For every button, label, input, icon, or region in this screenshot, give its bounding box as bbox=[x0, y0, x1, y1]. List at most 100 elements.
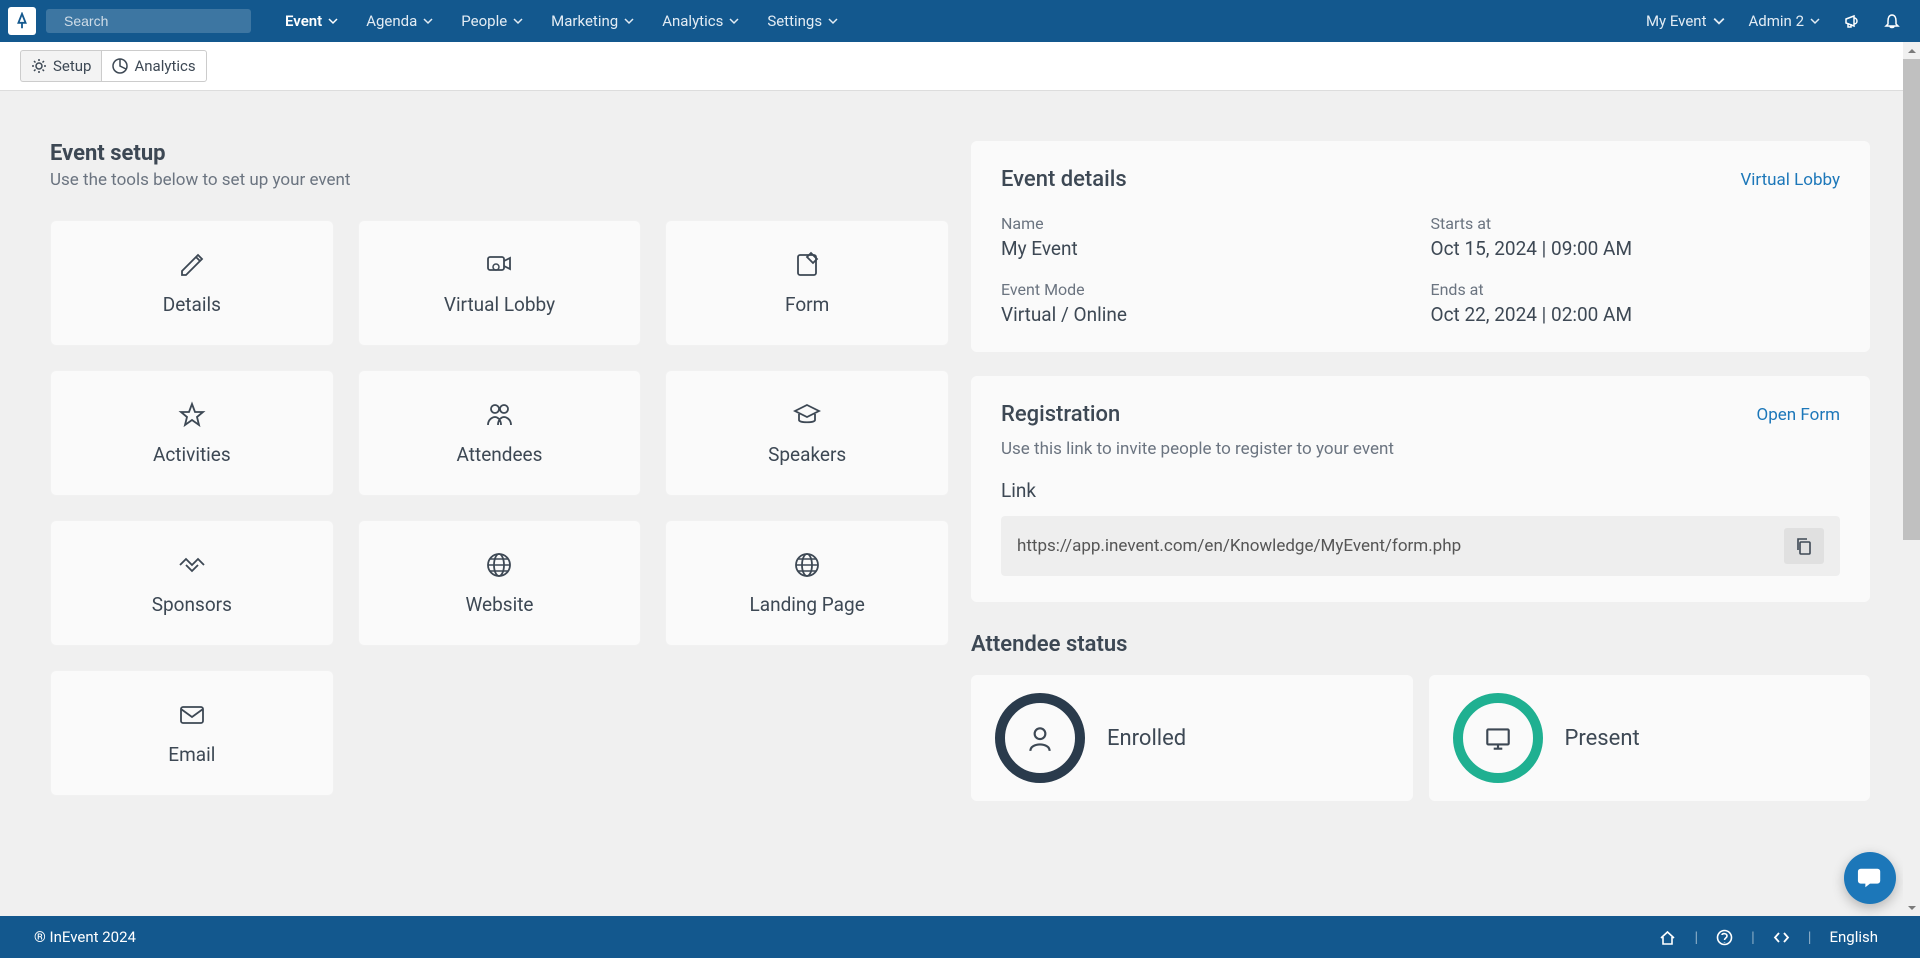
main-content: Event setup Use the tools below to set u… bbox=[0, 91, 1920, 912]
card-label: Attendees bbox=[457, 443, 543, 466]
mail-icon bbox=[178, 701, 206, 729]
card-details[interactable]: Details bbox=[50, 220, 334, 346]
starts-value: Oct 15, 2024 | 09:00 AM bbox=[1431, 237, 1841, 260]
footer: ® InEvent 2024 | | | English bbox=[0, 916, 1920, 958]
ends-value: Oct 22, 2024 | 02:00 AM bbox=[1431, 303, 1841, 326]
user-menu[interactable]: Admin 2 bbox=[1737, 0, 1832, 42]
scroll-down-arrow[interactable] bbox=[1903, 899, 1920, 916]
topbar-right: My Event Admin 2 bbox=[1634, 0, 1912, 42]
subtab-analytics[interactable]: Analytics bbox=[101, 50, 206, 82]
language-selector[interactable]: English bbox=[1821, 928, 1886, 946]
nav-settings[interactable]: Settings bbox=[753, 0, 852, 42]
registration-panel: Registration Open Form Use this link to … bbox=[971, 376, 1870, 602]
setup-cards-grid: Details Virtual Lobby Form Activities Attend… bbox=[50, 220, 949, 796]
present-donut bbox=[1453, 693, 1543, 783]
nav-agenda[interactable]: Agenda bbox=[352, 0, 447, 42]
chevron-down-icon bbox=[624, 16, 634, 26]
search-input[interactable] bbox=[64, 13, 245, 29]
virtual-lobby-link[interactable]: Virtual Lobby bbox=[1740, 170, 1840, 190]
home-icon bbox=[1659, 929, 1676, 946]
page-subtitle: Use the tools below to set up your event bbox=[50, 170, 949, 190]
enrolled-label: Enrolled bbox=[1107, 726, 1186, 751]
footer-help-button[interactable] bbox=[1708, 929, 1741, 946]
copyright: ® InEvent 2024 bbox=[34, 928, 136, 946]
card-label: Activities bbox=[153, 443, 231, 466]
card-sponsors[interactable]: Sponsors bbox=[50, 520, 334, 646]
registration-title: Registration bbox=[1001, 402, 1120, 427]
chevron-down-icon bbox=[328, 16, 338, 26]
video-gear-icon bbox=[485, 251, 513, 279]
registration-link-box: https://app.inevent.com/en/Knowledge/MyE… bbox=[1001, 516, 1840, 576]
search-input-wrap[interactable] bbox=[46, 9, 251, 33]
help-icon bbox=[1716, 929, 1733, 946]
card-form[interactable]: Form bbox=[665, 220, 949, 346]
card-virtual-lobby[interactable]: Virtual Lobby bbox=[358, 220, 642, 346]
card-email[interactable]: Email bbox=[50, 670, 334, 796]
registration-subtitle: Use this link to invite people to regist… bbox=[1001, 439, 1840, 459]
chat-icon bbox=[1857, 865, 1883, 891]
card-activities[interactable]: Activities bbox=[50, 370, 334, 496]
nav-event[interactable]: Event bbox=[271, 0, 352, 42]
card-label: Landing Page bbox=[750, 593, 865, 616]
card-speakers[interactable]: Speakers bbox=[665, 370, 949, 496]
card-landing-page[interactable]: Landing Page bbox=[665, 520, 949, 646]
scroll-up-arrow[interactable] bbox=[1903, 42, 1920, 59]
subtabs: Setup Analytics bbox=[0, 42, 1920, 91]
subtab-setup[interactable]: Setup bbox=[20, 50, 101, 82]
card-label: Virtual Lobby bbox=[444, 293, 555, 316]
card-label: Form bbox=[785, 293, 829, 316]
pencil-icon bbox=[178, 251, 206, 279]
present-label: Present bbox=[1565, 726, 1640, 751]
starts-label: Starts at bbox=[1431, 214, 1841, 233]
attendee-status-section: Attendee status Enrolled Present bbox=[971, 626, 1870, 801]
user-icon bbox=[1025, 723, 1055, 753]
card-label: Sponsors bbox=[152, 593, 232, 616]
event-details-panel: Event details Virtual Lobby Name My Even… bbox=[971, 141, 1870, 352]
handshake-icon bbox=[178, 551, 206, 579]
bell-icon bbox=[1884, 13, 1900, 29]
registration-url[interactable]: https://app.inevent.com/en/Knowledge/MyE… bbox=[1017, 536, 1784, 556]
chat-widget-button[interactable] bbox=[1844, 852, 1896, 904]
chevron-down-icon bbox=[1713, 15, 1725, 27]
enrolled-card[interactable]: Enrolled bbox=[971, 675, 1413, 801]
card-website[interactable]: Website bbox=[358, 520, 642, 646]
footer-home-button[interactable] bbox=[1651, 929, 1684, 946]
copy-link-button[interactable] bbox=[1784, 528, 1824, 564]
chevron-down-icon bbox=[729, 16, 739, 26]
chevron-down-icon bbox=[1810, 16, 1820, 26]
mode-label: Event Mode bbox=[1001, 280, 1411, 299]
cap-icon bbox=[793, 401, 821, 429]
card-label: Email bbox=[168, 743, 215, 766]
chevron-down-icon bbox=[423, 16, 433, 26]
pie-chart-icon bbox=[112, 58, 128, 74]
ends-label: Ends at bbox=[1431, 280, 1841, 299]
chevron-down-icon bbox=[513, 16, 523, 26]
card-label: Speakers bbox=[768, 443, 846, 466]
card-label: Details bbox=[163, 293, 221, 316]
star-icon bbox=[178, 401, 206, 429]
name-value: My Event bbox=[1001, 237, 1411, 260]
open-form-link[interactable]: Open Form bbox=[1757, 405, 1840, 425]
notifications-button[interactable] bbox=[1872, 0, 1912, 42]
mode-value: Virtual / Online bbox=[1001, 303, 1411, 326]
primary-nav: Event Agenda People Marketing Analytics … bbox=[271, 0, 852, 42]
link-field-label: Link bbox=[1001, 479, 1840, 502]
right-column: Event details Virtual Lobby Name My Even… bbox=[971, 141, 1870, 832]
globe-icon bbox=[485, 551, 513, 579]
nav-marketing[interactable]: Marketing bbox=[537, 0, 648, 42]
form-icon bbox=[793, 251, 821, 279]
event-switcher[interactable]: My Event bbox=[1634, 0, 1737, 42]
present-card[interactable]: Present bbox=[1429, 675, 1871, 801]
card-attendees[interactable]: Attendees bbox=[358, 370, 642, 496]
footer-embed-button[interactable] bbox=[1765, 929, 1798, 946]
announcements-button[interactable] bbox=[1832, 0, 1872, 42]
scrollbar[interactable] bbox=[1903, 42, 1920, 916]
globe-icon bbox=[793, 551, 821, 579]
app-logo[interactable] bbox=[8, 7, 36, 35]
nav-people[interactable]: People bbox=[447, 0, 537, 42]
scrollbar-thumb[interactable] bbox=[1903, 59, 1920, 540]
name-label: Name bbox=[1001, 214, 1411, 233]
nav-analytics[interactable]: Analytics bbox=[648, 0, 753, 42]
card-label: Website bbox=[465, 593, 533, 616]
bullhorn-icon bbox=[1844, 13, 1860, 29]
